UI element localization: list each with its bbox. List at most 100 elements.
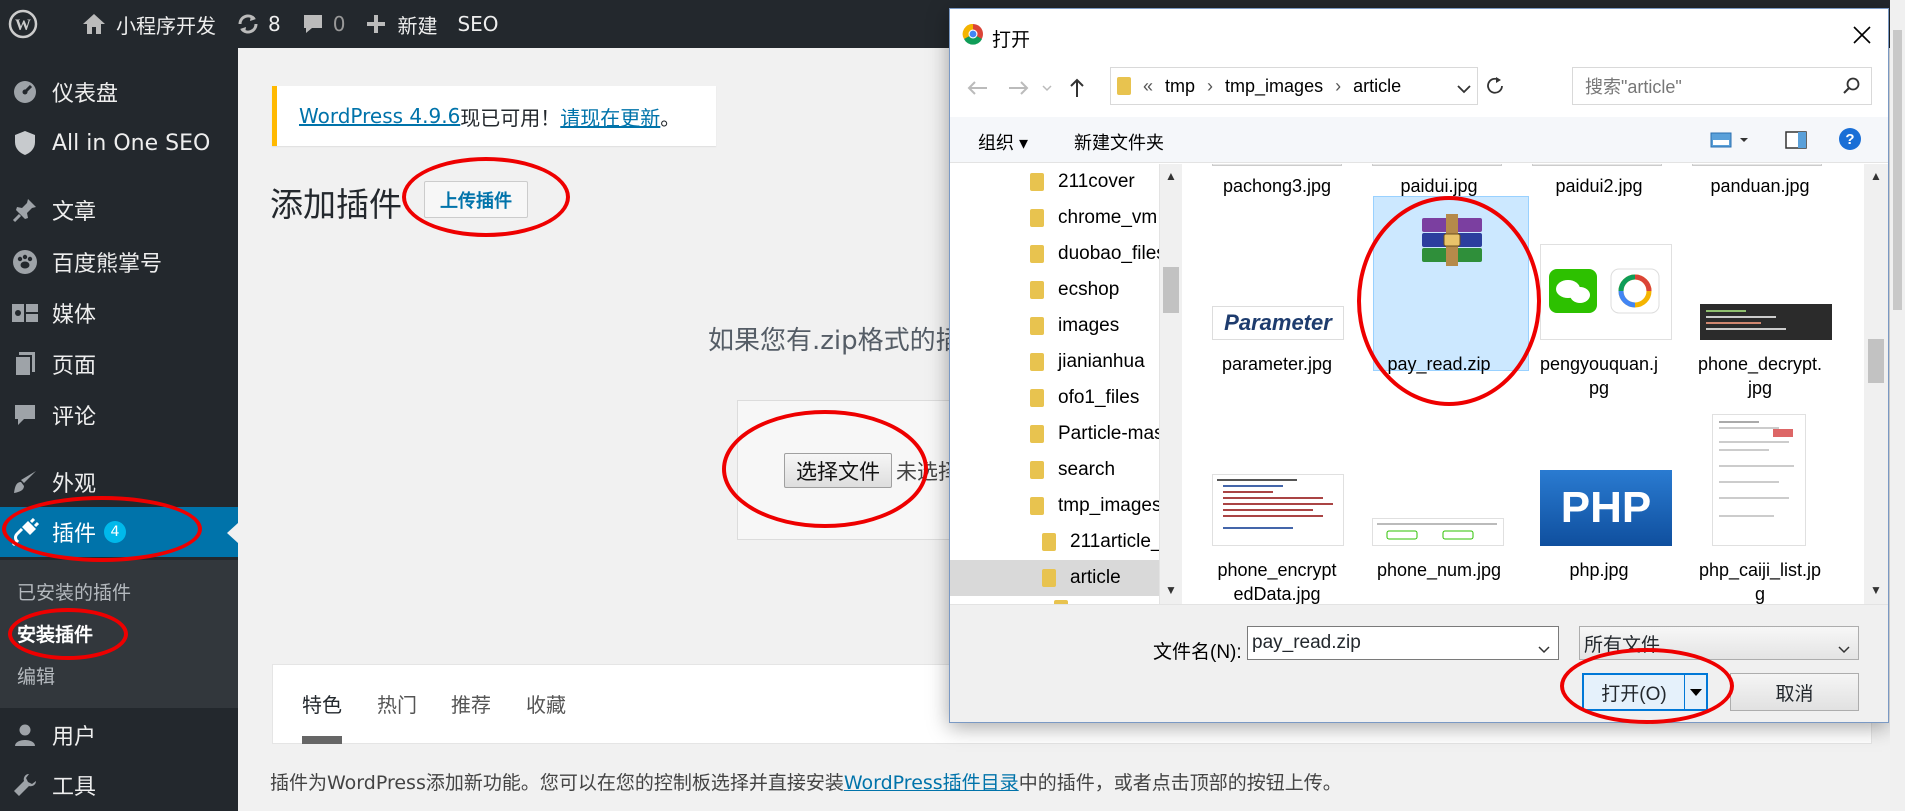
shield-icon (0, 130, 50, 156)
seo-link[interactable]: SEO (447, 0, 508, 48)
wordpress-version-link[interactable]: WordPress 4.9.6 (299, 104, 460, 128)
folder-tree-item[interactable]: ecshop (1030, 272, 1119, 308)
thumbnail-text: Parameter (1224, 310, 1332, 335)
tab-featured[interactable]: 特色 (302, 689, 342, 718)
tab-favorites[interactable]: 收藏 (526, 689, 566, 718)
refresh-icon (236, 12, 260, 36)
recent-dropdown-icon[interactable] (1034, 75, 1060, 101)
breadcrumb-article[interactable]: article (1353, 76, 1401, 97)
parameter-thumbnail[interactable]: Parameter (1212, 306, 1344, 340)
scroll-up-icon[interactable]: ▲ (1165, 169, 1177, 183)
folder-name: ofo1_files (1058, 387, 1140, 408)
folder-tree-item[interactable]: ofo1_files (1030, 380, 1139, 416)
folder-tree-item[interactable]: jianianhua (1030, 344, 1145, 380)
site-name-link[interactable]: 小程序开发 (72, 0, 226, 48)
file-name[interactable]: php_caiji_list.jp g (1685, 558, 1835, 604)
comments-link[interactable]: 0 (291, 0, 356, 48)
update-now-link[interactable]: 请现在更新 (560, 102, 660, 131)
code-screenshot-thumbnail[interactable] (1700, 304, 1832, 340)
brush-icon (0, 469, 50, 495)
sidebar-item-pages[interactable]: 页面 (0, 339, 238, 389)
sidebar-item-media[interactable]: 媒体 (0, 288, 238, 338)
new-folder-button[interactable]: 新建文件夹 (1074, 129, 1164, 155)
file-name[interactable]: paidui.jpg (1364, 174, 1514, 198)
chevron-down-icon[interactable] (1457, 78, 1471, 99)
tab-popular[interactable]: 热门 (377, 689, 417, 718)
folder-tree-scrollbar[interactable] (1160, 164, 1182, 604)
annotation-circle-open-button (1560, 648, 1734, 724)
folder-name: ecshop (1058, 279, 1120, 300)
scroll-up-icon[interactable]: ▲ (1870, 169, 1882, 183)
search-input[interactable]: 搜索"article" (1572, 67, 1872, 105)
sidebar-item-baidu-xiongzhang[interactable]: 百度熊掌号 (0, 237, 238, 287)
file-name[interactable]: panduan.jpg (1685, 174, 1835, 198)
file-name[interactable]: pachong3.jpg (1202, 174, 1352, 198)
tab-recommended[interactable]: 推荐 (451, 689, 491, 718)
breadcrumb-tmp[interactable]: tmp (1165, 76, 1195, 97)
folder-tree-scroll-thumb[interactable] (1163, 267, 1179, 313)
new-content-link[interactable]: 新建 (355, 0, 447, 48)
folder-tree-item[interactable]: duobao_files (1030, 236, 1159, 272)
breadcrumb-tmp-images[interactable]: tmp_images (1225, 76, 1323, 97)
php-thumbnail[interactable]: PHP (1540, 470, 1672, 546)
folder-tree-item-selected[interactable]: article (950, 560, 1159, 596)
phone-num-thumbnail[interactable] (1372, 518, 1504, 546)
folder-icon (1030, 425, 1044, 443)
scroll-down-icon[interactable]: ▼ (1165, 583, 1177, 597)
file-name[interactable]: parameter.jpg (1202, 352, 1352, 376)
sidebar-item-comments[interactable]: 评论 (0, 390, 238, 440)
chevron-down-icon[interactable] (1538, 638, 1550, 660)
folder-tree-item[interactable]: 211cover (1030, 164, 1135, 200)
up-arrow-icon[interactable] (1064, 75, 1090, 101)
plus-icon (365, 13, 387, 35)
address-overflow[interactable]: « (1143, 76, 1153, 97)
file-name[interactable]: phone_num.jpg (1364, 558, 1514, 582)
preview-pane-icon[interactable] (1785, 130, 1807, 155)
sidebar-item-posts[interactable]: 文章 (0, 185, 238, 235)
folder-tree-item[interactable]: Particle-mas (1030, 416, 1159, 452)
updates-link[interactable]: 8 (226, 0, 291, 48)
sidebar-item-users[interactable]: 用户 (0, 710, 238, 760)
folder-icon (1030, 173, 1044, 191)
plugin-directory-link[interactable]: WordPress插件目录 (844, 772, 1019, 794)
refresh-icon[interactable] (1484, 75, 1506, 102)
file-thumbnail (1212, 164, 1342, 166)
submenu-editor[interactable]: 编辑 (17, 662, 55, 689)
folder-tree-item[interactable]: 211article_ (1042, 524, 1159, 560)
file-list-scrollbar[interactable] (1864, 164, 1888, 604)
folder-tree-item[interactable]: tmp_images (1030, 488, 1159, 524)
comments-count: 0 (332, 12, 346, 36)
folder-tree-item[interactable]: images (1030, 308, 1119, 344)
wordpress-logo-icon[interactable]: W (0, 0, 48, 48)
folder-tree-pane: 211cover chrome_vm duobao_files ecshop i… (950, 164, 1160, 604)
filename-input[interactable]: pay_read.zip (1247, 626, 1559, 660)
sidebar-item-all-in-one-seo[interactable]: All in One SEO (0, 118, 238, 168)
close-icon[interactable] (1848, 21, 1876, 49)
annotation-circle-upload (402, 157, 570, 237)
folder-tree-item[interactable]: chrome_vm (1030, 200, 1157, 236)
file-name[interactable]: phone_decrypt. jpg (1685, 352, 1835, 400)
address-bar[interactable]: « tmp › tmp_images › article (1110, 67, 1478, 105)
file-list-scroll-thumb[interactable] (1868, 339, 1884, 383)
dialog-titlebar: 打开 (950, 9, 1888, 61)
file-name[interactable]: pengyouquan.j pg (1524, 352, 1674, 400)
folder-tree-item[interactable]: search (1030, 452, 1115, 488)
cancel-button[interactable]: 取消 (1730, 673, 1859, 711)
notice-text: 现已可用！ (460, 105, 561, 130)
back-arrow-icon[interactable] (964, 75, 990, 101)
sidebar-item-dashboard[interactable]: 仪表盘 (0, 67, 238, 117)
view-options-icon[interactable] (1710, 130, 1750, 155)
scroll-down-icon[interactable]: ▼ (1870, 583, 1882, 597)
page-screenshot-thumbnail[interactable] (1712, 414, 1806, 546)
code-screenshot-thumbnail[interactable] (1212, 474, 1344, 546)
pengyouquan-thumbnail[interactable] (1540, 244, 1672, 340)
help-icon[interactable]: ? (1838, 127, 1862, 156)
forward-arrow-icon[interactable] (1006, 75, 1032, 101)
sidebar-item-tools[interactable]: 工具 (0, 760, 238, 810)
chevron-down-icon (1838, 638, 1850, 660)
file-name[interactable]: phone_encrypt edData.jpg (1202, 558, 1352, 604)
organize-menu[interactable]: 组织 ▾ (978, 129, 1028, 155)
file-name[interactable]: paidui2.jpg (1524, 174, 1674, 198)
file-name[interactable]: php.jpg (1524, 558, 1674, 582)
submenu-installed-plugins[interactable]: 已安装的插件 (17, 578, 131, 605)
